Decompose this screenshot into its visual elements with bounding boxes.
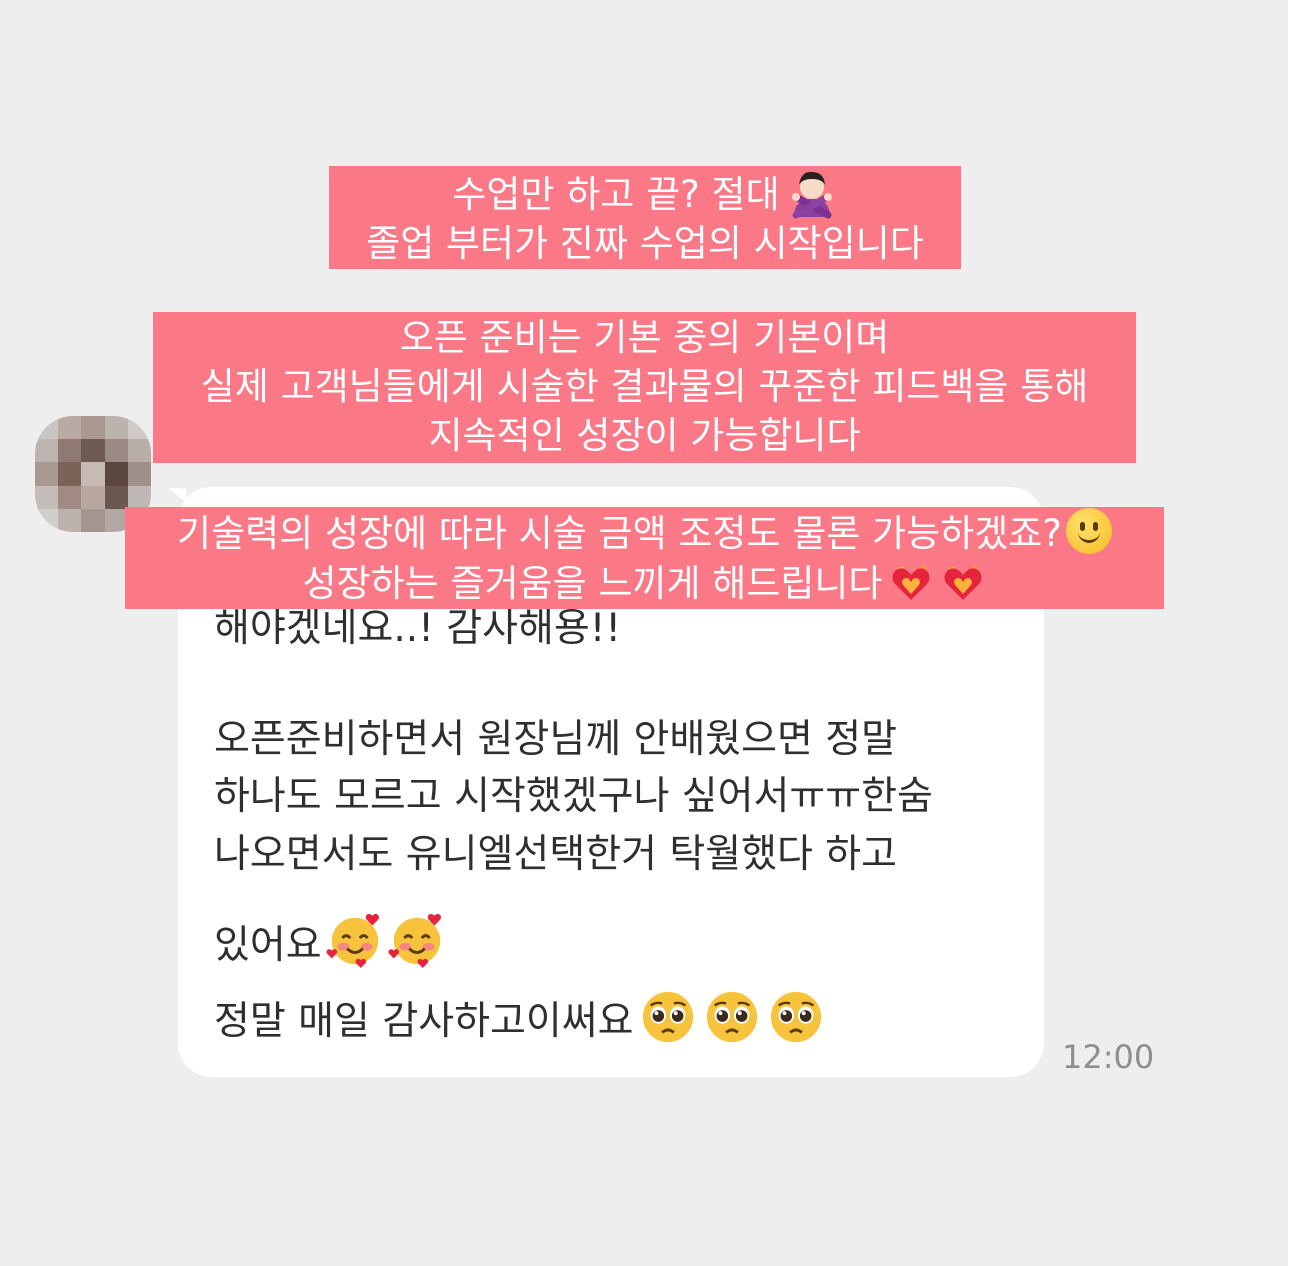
overlay-caption-2: 오픈 준비는 기본 중의 기본이며 실제 고객님들에게 시술한 결과물의 꾸준한… xyxy=(153,312,1136,463)
message-line: 해야겠네요..! 감사해용!! xyxy=(214,606,622,651)
overlay-text: 성장하는 즐거움을 느끼게 해드립니다 xyxy=(302,562,883,605)
overlay-line: 성장하는 즐거움을 느끼게 해드립니다 xyxy=(125,558,1164,608)
smiling-face-with-hearts-icon xyxy=(326,914,379,968)
message-timestamp: 12:00 xyxy=(1062,1038,1155,1076)
overlay-line: 기술력의 성장에 따라 시술 금액 조정도 물론 가능하겠죠? xyxy=(125,508,1164,558)
overlay-line: 지속적인 성장이 가능합니다 xyxy=(428,414,861,457)
message-text: 정말 매일 감사하고이써요 xyxy=(214,999,634,1044)
overlay-text: 기술력의 성장에 따라 시술 금액 조정도 물론 가능하겠죠? xyxy=(177,512,1062,555)
heart-on-fire-icon xyxy=(944,562,982,600)
smiling-face-with-hearts-icon xyxy=(388,914,441,968)
message-line: 나오면서도 유니엘선택한거 탁월했다 하고 xyxy=(214,832,898,877)
overlay-caption-1: 수업만 하고 끝? 절대 졸업 부터가 진짜 수업의 시작입니다 xyxy=(329,166,961,269)
overlay-line: 실제 고객님들에게 시술한 결과물의 꾸준한 피드백을 통해 xyxy=(200,365,1089,408)
overlay-line: 졸업 부터가 진짜 수업의 시작입니다 xyxy=(366,222,924,265)
pleading-face-icon xyxy=(707,991,758,1043)
message-line-with-emoji: 정말 매일 감사하고이써요 xyxy=(214,988,825,1047)
overlay-line: 오픈 준비는 기본 중의 기본이며 xyxy=(399,316,890,359)
overlay-line: 수업만 하고 끝? 절대 xyxy=(329,167,961,219)
message-line-with-emoji: 있어요 xyxy=(214,910,446,971)
overlay-caption-3: 기술력의 성장에 따라 시술 금액 조정도 물론 가능하겠죠? 성장하는 즐거움… xyxy=(125,507,1164,609)
pleading-face-icon xyxy=(771,991,822,1043)
slightly-smiling-face-icon xyxy=(1065,508,1112,554)
pleading-face-icon xyxy=(643,991,694,1043)
overlay-text: 수업만 하고 끝? 절대 xyxy=(452,173,780,216)
bubble-tail xyxy=(168,488,186,502)
heart-on-fire-icon xyxy=(892,562,930,600)
message-text: 있어요 xyxy=(214,923,322,968)
person-gesturing-no-icon xyxy=(791,171,832,219)
message-line: 오픈준비하면서 원장님께 안배웠으면 정말 xyxy=(214,717,898,762)
message-line: 하나도 모르고 시작했겠구나 싶어서ㅠㅠ한숨 xyxy=(214,774,933,819)
right-edge-strip xyxy=(1288,0,1297,1266)
